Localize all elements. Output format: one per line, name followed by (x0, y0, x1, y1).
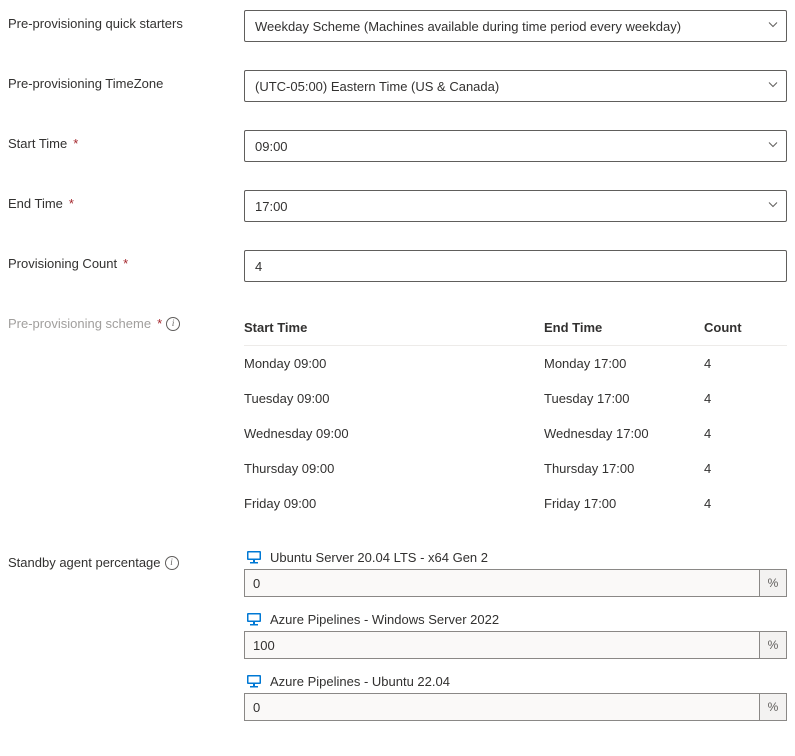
provisioning-count-label: Provisioning Count* (8, 250, 244, 271)
cell-end-time: Monday 17:00 (544, 356, 704, 371)
cell-end-time: Wednesday 17:00 (544, 426, 704, 441)
end-time-label: End Time* (8, 190, 244, 211)
table-row: Monday 09:00Monday 17:004 (244, 346, 787, 381)
cell-start-time: Tuesday 09:00 (244, 391, 544, 406)
header-start-time: Start Time (244, 320, 544, 335)
percent-suffix: % (759, 631, 787, 659)
quick-starters-label: Pre-provisioning quick starters (8, 10, 244, 31)
cell-count: 4 (704, 356, 787, 371)
cell-start-time: Monday 09:00 (244, 356, 544, 371)
scheme-table: Start Time End Time Count Monday 09:00Mo… (244, 310, 787, 521)
timezone-select[interactable]: (UTC-05:00) Eastern Time (US & Canada) (244, 70, 787, 102)
start-time-select[interactable]: 09:00 (244, 130, 787, 162)
cell-count: 4 (704, 391, 787, 406)
cell-count: 4 (704, 496, 787, 511)
table-row: Wednesday 09:00Wednesday 17:004 (244, 416, 787, 451)
cell-count: 4 (704, 426, 787, 441)
cell-start-time: Thursday 09:00 (244, 461, 544, 476)
vm-icon (246, 549, 262, 565)
agent-percentage-input[interactable] (244, 631, 759, 659)
percent-suffix: % (759, 693, 787, 721)
header-end-time: End Time (544, 320, 704, 335)
start-time-label: Start Time* (8, 130, 244, 151)
cell-end-time: Friday 17:00 (544, 496, 704, 511)
cell-end-time: Thursday 17:00 (544, 461, 704, 476)
provisioning-count-input[interactable] (244, 250, 787, 282)
table-row: Tuesday 09:00Tuesday 17:004 (244, 381, 787, 416)
percent-suffix: % (759, 569, 787, 597)
agent-block: Ubuntu Server 20.04 LTS - x64 Gen 2% (244, 549, 787, 597)
standby-agent-label: Standby agent percentage i (8, 549, 244, 570)
agent-name: Azure Pipelines - Windows Server 2022 (270, 612, 499, 627)
header-count: Count (704, 320, 787, 335)
scheme-label: Pre-provisioning scheme* i (8, 310, 244, 331)
agent-name: Azure Pipelines - Ubuntu 22.04 (270, 674, 450, 689)
info-icon[interactable]: i (165, 556, 179, 570)
vm-icon (246, 673, 262, 689)
table-row: Friday 09:00Friday 17:004 (244, 486, 787, 521)
quick-starters-select[interactable]: Weekday Scheme (Machines available durin… (244, 10, 787, 42)
timezone-label: Pre-provisioning TimeZone (8, 70, 244, 91)
cell-count: 4 (704, 461, 787, 476)
agent-name: Ubuntu Server 20.04 LTS - x64 Gen 2 (270, 550, 488, 565)
agent-block: Azure Pipelines - Ubuntu 22.04% (244, 673, 787, 721)
table-row: Thursday 09:00Thursday 17:004 (244, 451, 787, 486)
cell-end-time: Tuesday 17:00 (544, 391, 704, 406)
agent-block: Azure Pipelines - Windows Server 2022% (244, 611, 787, 659)
cell-start-time: Friday 09:00 (244, 496, 544, 511)
table-header: Start Time End Time Count (244, 310, 787, 346)
vm-icon (246, 611, 262, 627)
agent-percentage-input[interactable] (244, 693, 759, 721)
end-time-select[interactable]: 17:00 (244, 190, 787, 222)
agent-percentage-input[interactable] (244, 569, 759, 597)
cell-start-time: Wednesday 09:00 (244, 426, 544, 441)
info-icon[interactable]: i (166, 317, 180, 331)
